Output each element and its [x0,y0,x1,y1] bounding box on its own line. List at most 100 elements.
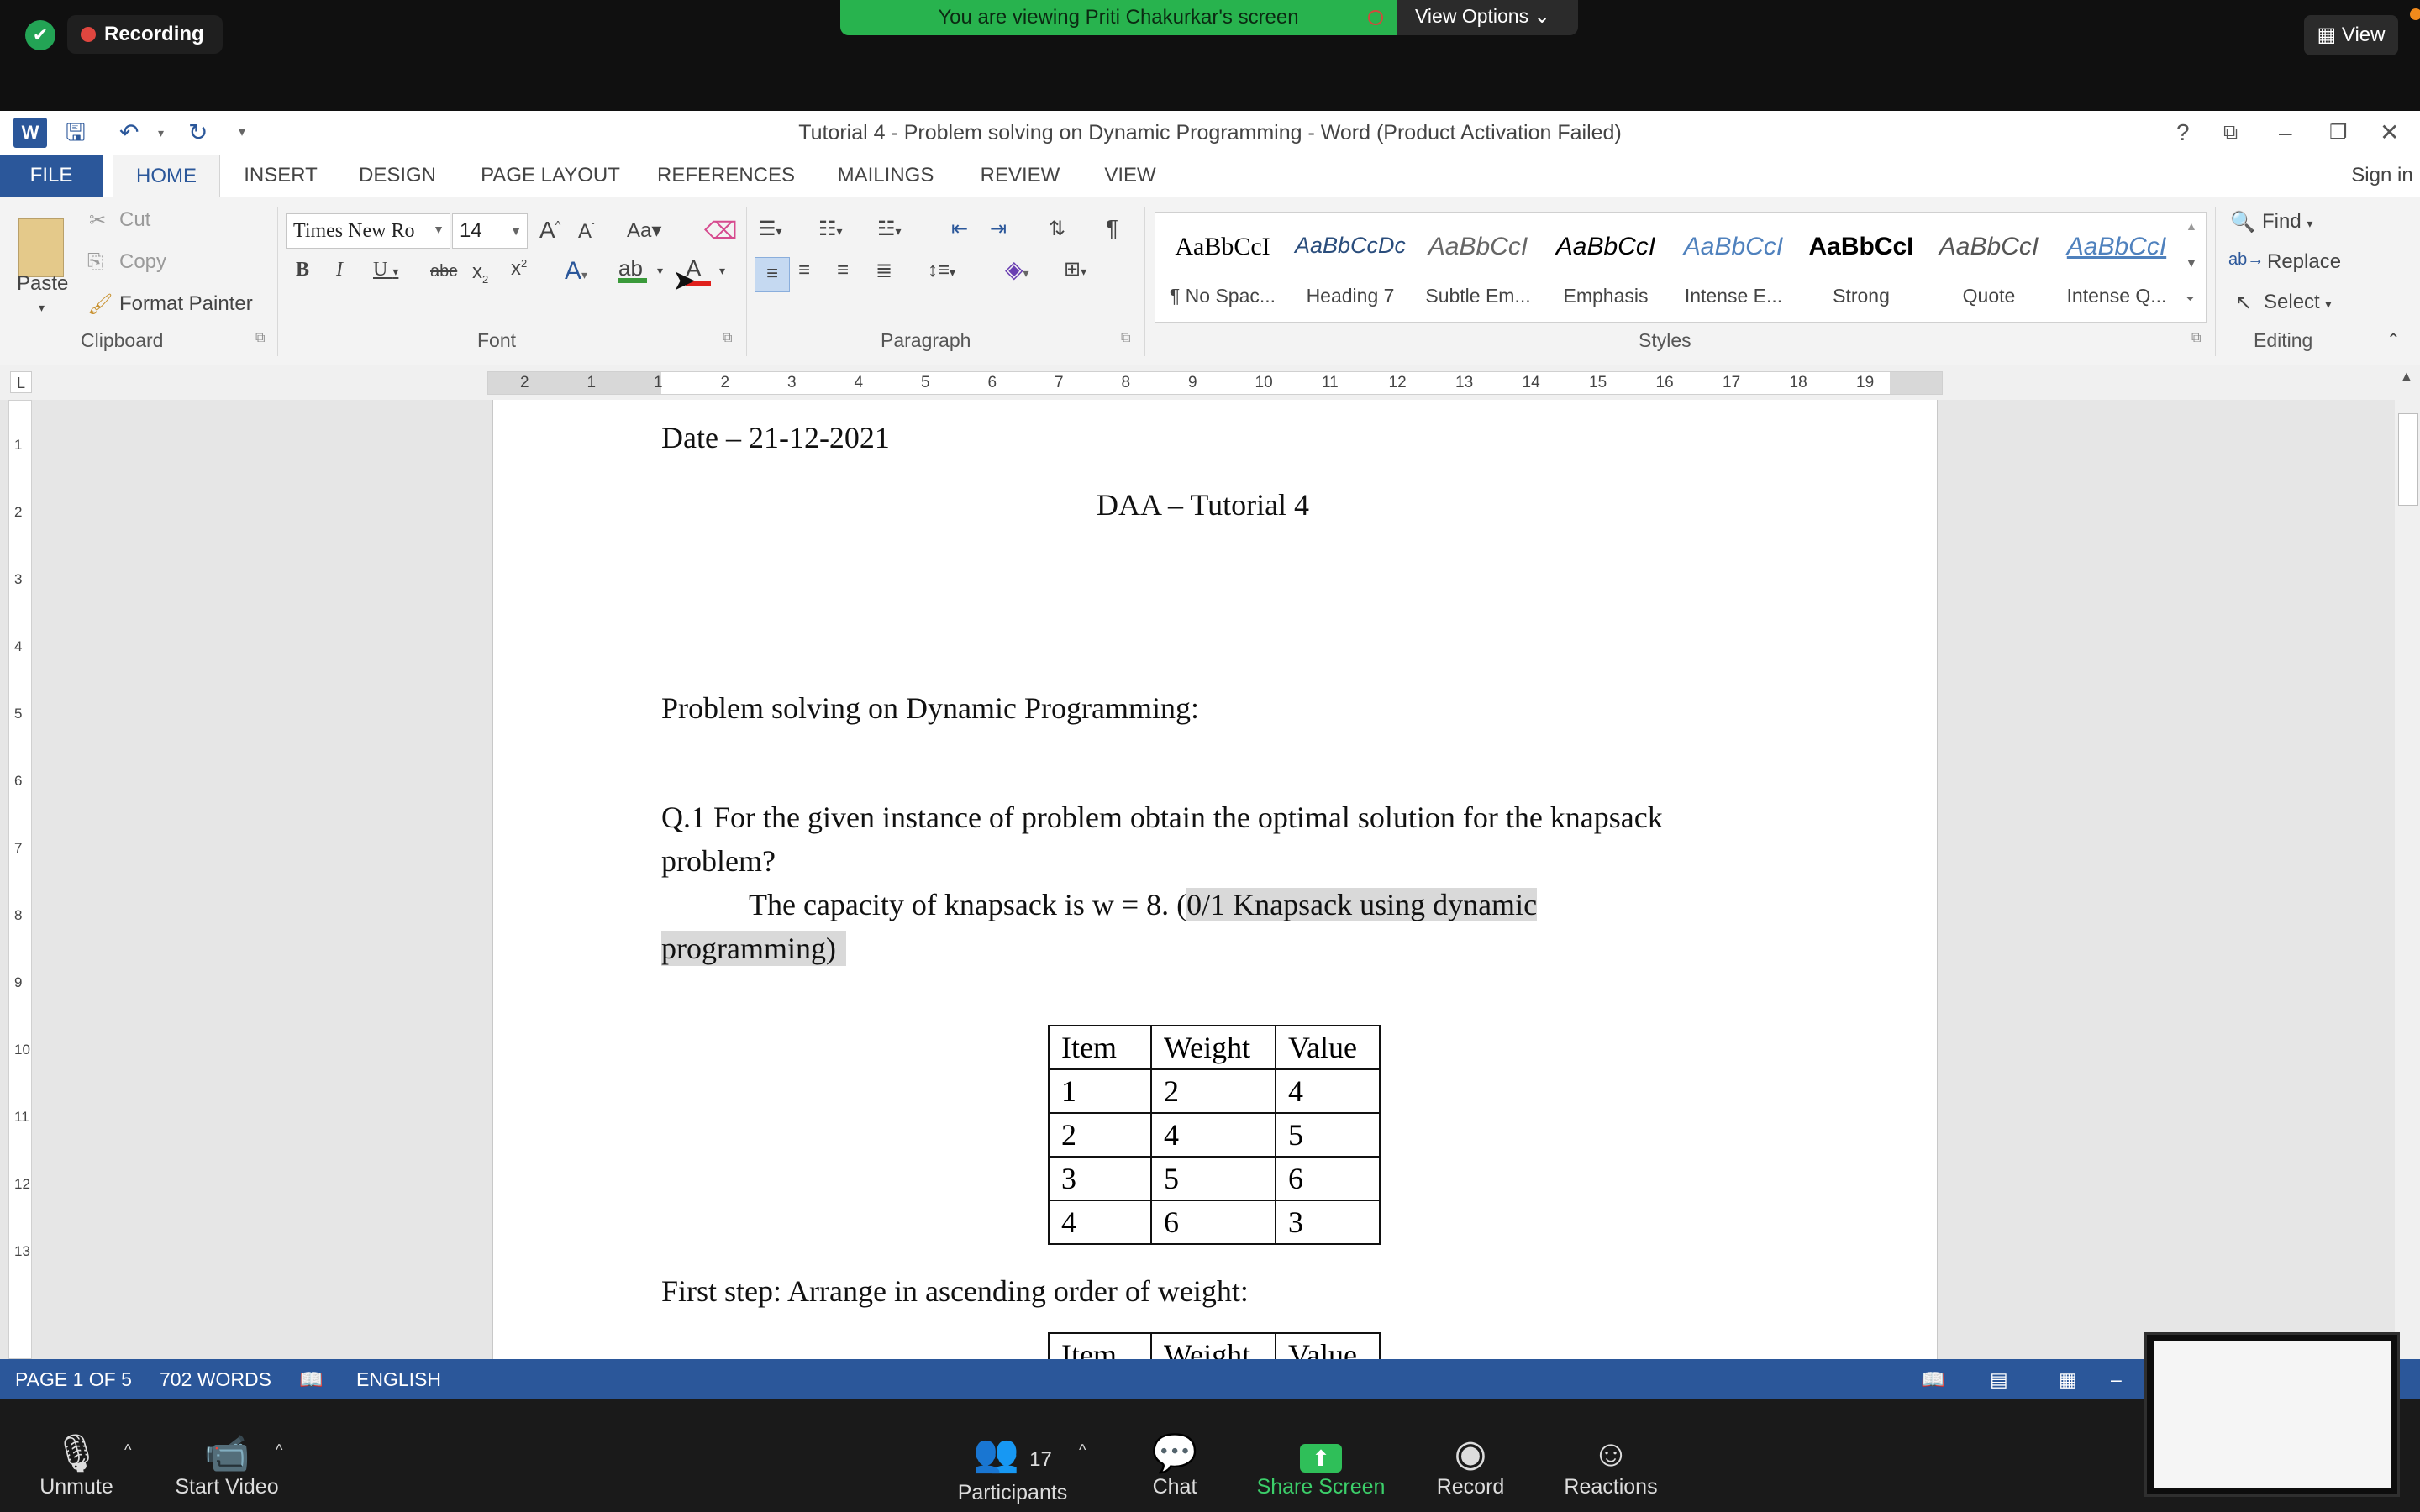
text-effects-icon[interactable]: A▾ [565,257,587,286]
borders-icon[interactable]: ⊞▾ [1064,257,1086,281]
style-emphasis[interactable]: AaBbCcI Emphasis [1542,213,1670,320]
view-options-button[interactable]: View Options ⌄ [1397,0,1578,35]
tab-file[interactable]: FILE [0,155,103,197]
undo-icon[interactable]: ↶ [119,116,139,150]
bold-icon[interactable]: B [296,259,309,281]
shading-icon[interactable]: ◈▾ [1005,255,1029,283]
decrease-indent-icon[interactable]: ⇤ [951,217,968,241]
select-button[interactable]: Select ▾ [2264,291,2331,314]
scrollbar-thumb[interactable] [2398,413,2418,506]
undo-dropdown-icon[interactable]: ▾ [158,116,164,150]
justify-icon[interactable]: ≣ [876,259,892,283]
participants-options-icon[interactable]: ^ [1079,1441,1086,1459]
doc-question-line1[interactable]: Q.1 For the given instance of problem ob… [661,800,1663,835]
change-case-icon[interactable]: Aa▾ [627,218,661,243]
grow-font-icon[interactable]: A^ [539,217,560,244]
zoom-out-icon[interactable]: – [2111,1359,2122,1399]
format-painter-icon[interactable]: 🖌 [87,292,113,317]
save-icon[interactable]: 🖫 [66,116,86,150]
document-page[interactable]: Date – 21-12-2021 DAA – Tutorial 4 Probl… [492,400,1938,1399]
close-icon[interactable]: ✕ [2380,114,2399,151]
ribbon-display-icon[interactable]: ⧉ [2223,114,2238,151]
find-icon[interactable]: 🔍 [2230,210,2255,234]
style-no-spacing[interactable]: AaBbCcI ¶ No Spac... [1159,213,1286,320]
align-left-icon[interactable]: ≡ [755,257,790,292]
web-layout-icon[interactable]: ▦ [2059,1359,2077,1399]
chat-button[interactable]: 💬 Chat [1134,1433,1215,1499]
highlight-color-icon[interactable]: ab [618,255,647,283]
font-color-dropdown-icon[interactable]: ▾ [719,264,725,278]
clear-formatting-icon[interactable]: ⌫ [704,217,738,244]
reactions-button[interactable]: ☺ Reactions [1556,1433,1665,1499]
doc-question-line2[interactable]: problem? [661,843,776,879]
participants-button[interactable]: 👥 17 Participants [950,1433,1076,1505]
font-launcher-icon[interactable]: ⧉ [723,331,732,346]
numbering-icon[interactable]: ☷▾ [818,217,843,241]
style-subtle-emphasis[interactable]: AaBbCcI Subtle Em... [1414,213,1542,320]
doc-subheading[interactable]: Problem solving on Dynamic Programming: [661,690,1199,726]
replace-icon[interactable]: ab→ [2228,250,2264,270]
language-indicator[interactable]: ENGLISH [356,1359,441,1399]
bullets-icon[interactable]: ☰▾ [758,217,782,241]
start-video-button[interactable]: 📹 Start Video [168,1433,286,1499]
paste-dropdown-icon[interactable]: ▾ [39,301,45,315]
doc-capacity-line[interactable]: The capacity of knapsack is w = 8. (0/1 … [749,887,1538,922]
audio-options-icon[interactable]: ^ [124,1441,131,1459]
sign-in-link[interactable]: Sign in [2344,155,2420,197]
recording-indicator[interactable]: Recording [67,15,223,54]
cut-icon[interactable]: ✂ [89,208,106,233]
read-mode-icon[interactable]: 📖 [1921,1359,1945,1399]
highlight-dropdown-icon[interactable]: ▾ [657,264,663,278]
paste-icon[interactable] [18,218,64,277]
page-count[interactable]: PAGE 1 OF 5 [15,1359,132,1399]
minimize-icon[interactable]: – [2279,114,2292,151]
share-screen-button[interactable]: ⬆ Share Screen [1252,1433,1390,1499]
cut-button[interactable]: Cut [119,208,150,232]
word-logo-icon[interactable]: W [13,118,47,148]
view-button[interactable]: ▦ View [2304,15,2398,55]
status-dot-icon[interactable] [1368,10,1383,25]
align-center-icon[interactable]: ≡ [798,259,810,282]
doc-date[interactable]: Date – 21-12-2021 [661,420,890,455]
help-button[interactable]: ? [2176,114,2190,151]
style-quote[interactable]: AaBbCcI Quote [1925,213,2053,320]
scroll-up-icon[interactable]: ▲ [2400,370,2413,385]
print-layout-icon[interactable]: ▤ [1990,1359,2008,1399]
tab-design[interactable]: DESIGN [351,155,444,197]
tab-home[interactable]: HOME [113,155,220,197]
copy-button[interactable]: Copy [119,250,166,274]
tab-review[interactable]: REVIEW [975,155,1065,197]
style-heading-7[interactable]: AaBbCcDc Heading 7 [1286,213,1414,320]
paragraph-launcher-icon[interactable]: ⧉ [1121,331,1130,346]
multilevel-list-icon[interactable]: ☳▾ [877,217,902,241]
tab-view[interactable]: VIEW [1094,155,1166,197]
style-strong[interactable]: AaBbCcI Strong [1797,213,1925,320]
restore-icon[interactable]: ❐ [2329,114,2348,151]
record-button[interactable]: ◉ Record [1428,1433,1512,1499]
replace-button[interactable]: Replace [2267,250,2341,274]
strikethrough-icon[interactable]: abc [430,262,457,281]
vertical-scrollbar[interactable]: ▲ ▼ [2395,365,2420,1399]
doc-first-step[interactable]: First step: Arrange in ascending order o… [661,1273,1249,1309]
security-shield-icon[interactable]: ✔ [25,20,55,50]
doc-heading[interactable]: DAA – Tutorial 4 [1097,487,1309,522]
find-button[interactable]: Find ▾ [2262,210,2312,234]
show-formatting-icon[interactable]: ¶ [1106,215,1118,242]
superscript-icon[interactable]: x2 [511,257,527,281]
underline-icon[interactable]: U ▾ [373,259,398,281]
format-painter-button[interactable]: Format Painter [119,292,253,316]
styles-scroll-down-icon[interactable]: ▼ [2186,256,2197,270]
tab-page-layout[interactable]: PAGE LAYOUT [472,155,629,197]
tab-references[interactable]: REFERENCES [655,155,797,197]
proofing-icon[interactable]: 📖 [299,1359,324,1399]
styles-scroll-up-icon[interactable]: ▲ [2186,219,2197,233]
styles-launcher-icon[interactable]: ⧉ [2191,331,2201,346]
word-count[interactable]: 702 WORDS [160,1359,271,1399]
styles-more-icon[interactable]: ⏷ [2186,291,2195,306]
tab-selector-icon[interactable]: L [10,371,32,393]
knapsack-table[interactable]: Item Weight Value 124 245 356 463 [1048,1025,1381,1245]
increase-indent-icon[interactable]: ⇥ [990,217,1007,241]
style-intense-quote[interactable]: AaBbCcI Intense Q... [2053,213,2181,320]
doc-capacity-line2[interactable]: programming) [661,931,846,966]
tab-insert[interactable]: INSERT [235,155,326,197]
